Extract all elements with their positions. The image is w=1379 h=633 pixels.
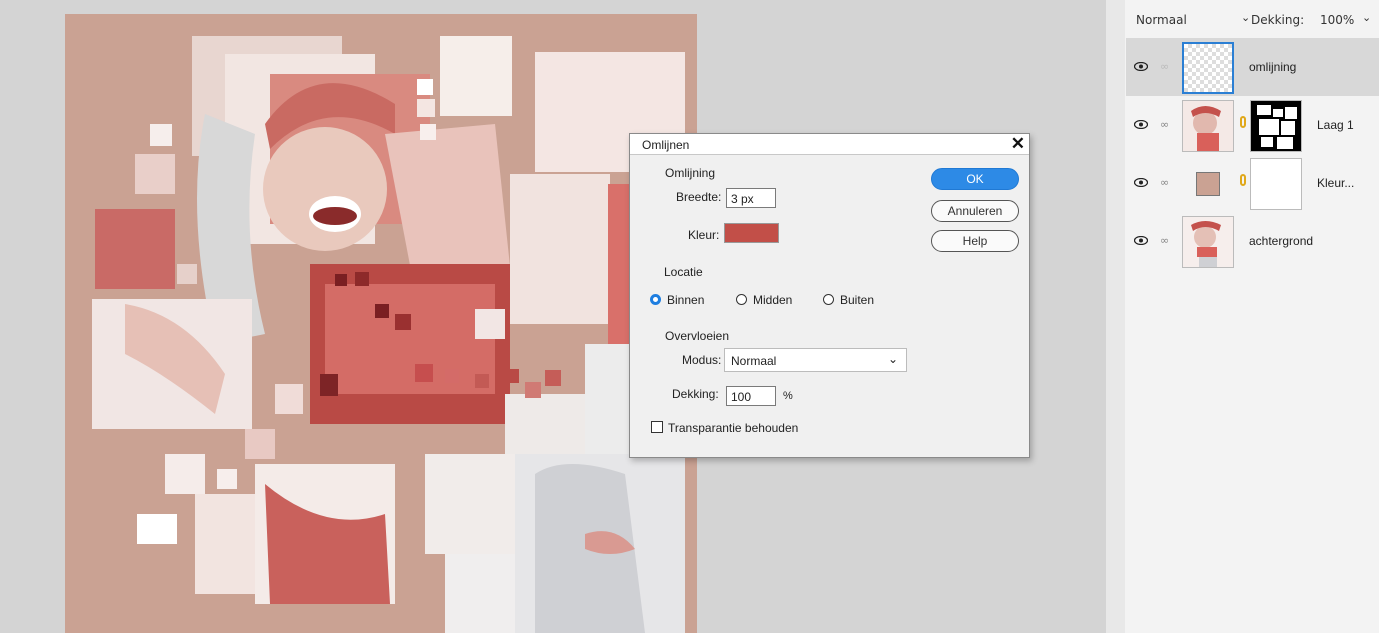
mode-select-value: Normaal [731, 354, 777, 368]
mask-link-icon[interactable] [1240, 116, 1246, 128]
opacity-unit: % [783, 390, 793, 402]
portrait-thumbnail-image [1183, 217, 1233, 267]
eye-icon[interactable] [1134, 120, 1148, 129]
document-canvas[interactable] [65, 14, 697, 633]
link-icon[interactable]: ∞ [1160, 234, 1169, 247]
dialog-title: Omlijnen [642, 138, 690, 152]
mode-select[interactable]: Normaal ⌄ [724, 348, 907, 372]
location-inside-label[interactable]: Binnen [667, 293, 704, 307]
cancel-button[interactable]: Annuleren [931, 200, 1019, 222]
stroke-color-swatch[interactable] [724, 223, 779, 243]
collage-image [92, 36, 685, 633]
layer-thumbnail[interactable] [1182, 42, 1234, 94]
width-label: Breedte: [676, 190, 722, 204]
layer-thumbnail[interactable] [1182, 100, 1234, 152]
layer-thumbnail[interactable] [1182, 216, 1234, 268]
panel-side-strip [1106, 0, 1125, 633]
preserve-transparency-label[interactable]: Transparantie behouden [668, 421, 798, 435]
chevron-down-icon: ⌄ [887, 352, 898, 366]
close-icon[interactable]: ✕ [1011, 134, 1025, 154]
width-input[interactable]: 3 px [726, 188, 776, 208]
layer-mask-thumbnail[interactable] [1250, 100, 1302, 152]
stroke-dialog: Omlijnen ✕ Omlijning Breedte: 3 px Kleur… [629, 133, 1030, 458]
mask-thumbnail-image [1251, 101, 1301, 151]
fill-layer-thumbnail[interactable] [1182, 158, 1234, 210]
mode-label: Modus: [682, 353, 722, 367]
layer-row-laag-1[interactable]: ∞ Laag 1 [1126, 96, 1379, 154]
location-outside-radio[interactable] [823, 294, 834, 305]
blend-mode-select[interactable]: Normaal [1136, 13, 1187, 27]
mask-link-icon[interactable] [1240, 174, 1246, 186]
location-outside-label[interactable]: Buiten [840, 293, 874, 307]
section-blend-heading: Overvloeien [665, 329, 730, 343]
location-inside-radio[interactable] [650, 294, 661, 305]
opacity-label: Dekking: [1251, 13, 1305, 27]
help-button[interactable]: Help [931, 230, 1019, 252]
ok-button[interactable]: OK [931, 168, 1019, 190]
eye-icon[interactable] [1134, 178, 1148, 187]
eye-icon[interactable] [1134, 62, 1148, 71]
location-center-label[interactable]: Midden [753, 293, 792, 307]
location-center-radio[interactable] [736, 294, 747, 305]
opacity-label: Dekking: [672, 387, 719, 401]
layer-row-omlijning[interactable]: ∞ omlijning [1126, 38, 1379, 96]
layer-name[interactable]: achtergrond [1249, 234, 1313, 248]
layer-name[interactable]: Kleur... [1317, 176, 1354, 190]
portrait-thumbnail-image [1183, 101, 1233, 151]
eye-icon[interactable] [1134, 236, 1148, 245]
layer-mask-thumbnail[interactable] [1250, 158, 1302, 210]
link-icon[interactable]: ∞ [1160, 118, 1169, 131]
link-icon[interactable]: ∞ [1160, 176, 1169, 189]
layer-name[interactable]: Laag 1 [1317, 118, 1354, 132]
layer-row-kleur[interactable]: ∞ Kleur... [1126, 154, 1379, 212]
dialog-title-bar[interactable]: Omlijnen ✕ [630, 134, 1029, 155]
section-stroke-heading: Omlijning [665, 166, 716, 180]
chevron-down-icon[interactable]: ⌄ [1241, 11, 1250, 24]
opacity-value[interactable]: 100% [1320, 13, 1354, 27]
layer-name[interactable]: omlijning [1249, 60, 1296, 74]
section-location-heading: Locatie [664, 265, 703, 279]
preserve-transparency-checkbox[interactable] [651, 421, 663, 433]
layers-panel-header: Normaal ⌄ Dekking: 100% ⌄ [1126, 6, 1379, 34]
opacity-input[interactable]: 100 [726, 386, 776, 406]
link-icon[interactable]: ∞ [1160, 60, 1169, 73]
fill-color-swatch [1196, 172, 1220, 196]
color-label: Kleur: [688, 228, 720, 242]
layer-row-achtergrond[interactable]: ∞ achtergrond [1126, 212, 1379, 270]
chevron-down-icon[interactable]: ⌄ [1362, 11, 1371, 24]
